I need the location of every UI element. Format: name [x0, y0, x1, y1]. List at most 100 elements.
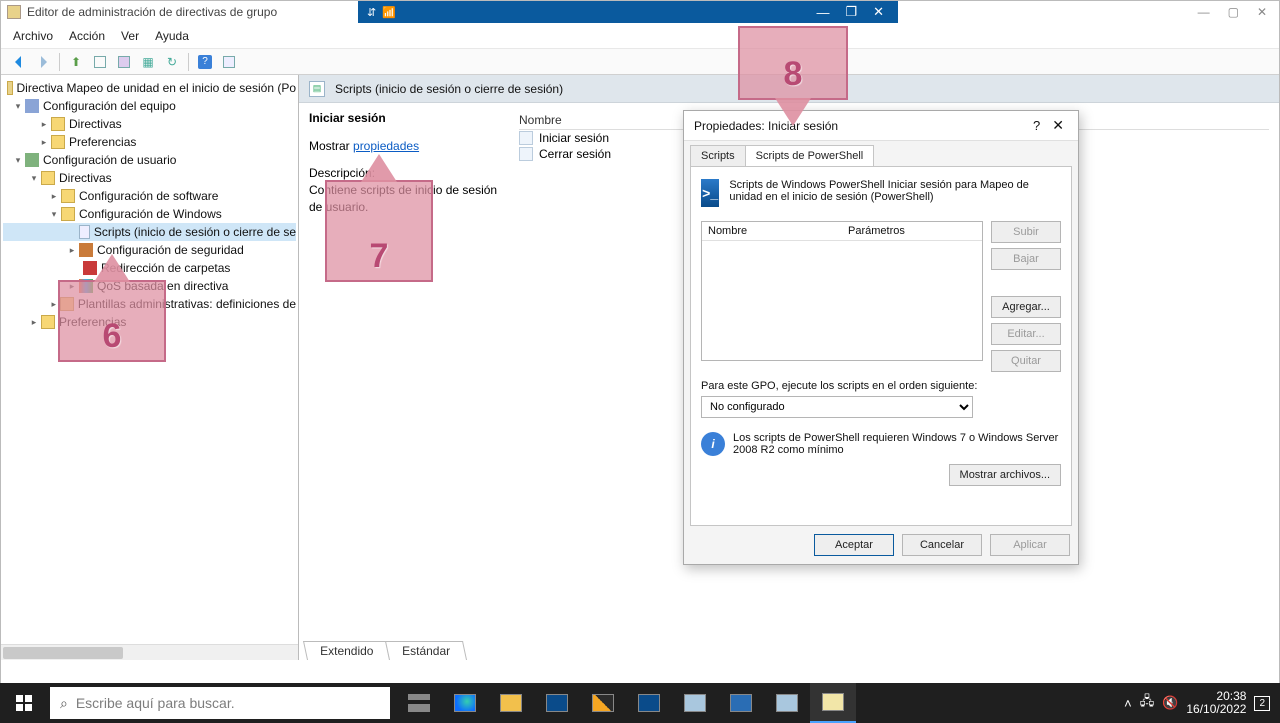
folder-icon [41, 315, 55, 329]
pin-icon[interactable]: ⇵ [367, 6, 376, 19]
folder-icon [51, 117, 65, 131]
dialog-help-button[interactable]: ? [1025, 118, 1048, 133]
annotation-6: 6 [58, 280, 166, 362]
edit-button[interactable]: Editar... [991, 323, 1061, 345]
menu-file[interactable]: Archivo [13, 29, 53, 43]
taskbar-search[interactable]: ⌕ Escribe aquí para buscar. [50, 687, 390, 719]
taskbar-powershell[interactable] [534, 683, 580, 723]
tray-network-icon[interactable]: 🖧 [1140, 692, 1155, 714]
show-files-button[interactable]: Mostrar archivos... [949, 464, 1061, 486]
add-button[interactable]: Agregar... [991, 296, 1061, 318]
lock-icon [79, 243, 93, 257]
menu-view[interactable]: Ver [121, 29, 139, 43]
taskbar-powershell-2[interactable] [626, 683, 672, 723]
vm-restore-button[interactable]: ❐ [837, 4, 865, 20]
folder-icon [61, 207, 75, 221]
tree-security-config[interactable]: ▸ Configuración de seguridad [3, 241, 296, 259]
script-icon: ▤ [309, 81, 325, 97]
back-button[interactable] [9, 52, 29, 72]
tree-computer-preferencias[interactable]: ▸ Preferencias [3, 133, 296, 151]
outer-minimize-button[interactable]: — [1198, 5, 1210, 19]
vm-minimize-button[interactable]: — [808, 5, 837, 20]
tray-notifications[interactable]: 2 [1254, 696, 1270, 711]
tree-panel: Directiva Mapeo de unidad en el inicio d… [1, 75, 299, 660]
tree-software-config[interactable]: ▸ Configuración de software [3, 187, 296, 205]
chevron-down-icon[interactable]: ▾ [11, 101, 25, 112]
up-button[interactable]: Subir [991, 221, 1061, 243]
taskbar-app4[interactable] [764, 683, 810, 723]
folder-icon [61, 189, 75, 203]
horizontal-scrollbar[interactable] [1, 644, 298, 660]
chevron-down-icon[interactable]: ▾ [11, 155, 25, 166]
toolbar-icon-2[interactable] [114, 52, 134, 72]
taskbar-edge[interactable] [442, 683, 488, 723]
tray-chevron-up-icon[interactable]: ˄ [1124, 696, 1132, 711]
menu-help[interactable]: Ayuda [155, 29, 189, 43]
toolbar-help-button[interactable]: ? [195, 52, 215, 72]
tray-volume-icon[interactable]: 🔇 [1162, 695, 1178, 711]
cancel-button[interactable]: Cancelar [902, 534, 982, 556]
tree-computer-directivas[interactable]: ▸ Directivas [3, 115, 296, 133]
down-button[interactable]: Bajar [991, 248, 1061, 270]
dialog-close-button[interactable]: ✕ [1048, 117, 1068, 134]
taskbar-app3[interactable] [718, 683, 764, 723]
tab-powershell-scripts[interactable]: Scripts de PowerShell [745, 145, 875, 167]
outer-close-button[interactable]: ✕ [1257, 5, 1267, 19]
chevron-right-icon[interactable]: ▸ [37, 119, 51, 130]
annotation-8: 8 [738, 26, 848, 100]
toolbar-icon-1[interactable] [90, 52, 110, 72]
app-icon [7, 5, 21, 19]
list-icon [519, 131, 533, 145]
apply-button[interactable]: Aplicar [990, 534, 1070, 556]
details-heading: Iniciar sesión [309, 111, 509, 125]
properties-link[interactable]: propiedades [353, 139, 419, 153]
toolbar-icon-3[interactable]: ▦ [138, 52, 158, 72]
taskbar-app2[interactable] [672, 683, 718, 723]
main-area: Directiva Mapeo de unidad en el inicio d… [1, 75, 1279, 660]
toolbar-refresh-button[interactable]: ↻ [162, 52, 182, 72]
task-view-button[interactable] [396, 683, 442, 723]
col-header-params[interactable]: Parámetros [842, 222, 982, 240]
chevron-right-icon[interactable]: ▸ [27, 317, 41, 328]
tree-root[interactable]: Directiva Mapeo de unidad en el inicio d… [3, 79, 296, 97]
list-icon [519, 147, 533, 161]
toolbar: ⬆ ▦ ↻ ? [1, 49, 1279, 75]
tree-scripts[interactable]: Scripts (inicio de sesión o cierre de se [3, 223, 296, 241]
tree-user-config[interactable]: ▾ Configuración de usuario [3, 151, 296, 169]
folder-icon [51, 135, 65, 149]
chevron-right-icon[interactable]: ▸ [47, 191, 61, 202]
remove-button[interactable]: Quitar [991, 350, 1061, 372]
start-button[interactable] [0, 683, 48, 723]
chevron-down-icon[interactable]: ▾ [47, 209, 61, 220]
taskbar-app1[interactable] [580, 683, 626, 723]
show-prefix: Mostrar [309, 139, 353, 153]
tab-standard[interactable]: Estándar [385, 641, 467, 660]
policy-icon [7, 81, 12, 95]
tree-computer-config[interactable]: ▾ Configuración del equipo [3, 97, 296, 115]
taskbar-explorer[interactable] [488, 683, 534, 723]
toolbar-props-button[interactable] [219, 52, 239, 72]
folder-icon [41, 171, 55, 185]
forward-button[interactable] [33, 52, 53, 72]
menu-action[interactable]: Acción [69, 29, 105, 43]
tab-scripts[interactable]: Scripts [690, 145, 746, 167]
chevron-right-icon[interactable]: ▸ [65, 245, 79, 256]
tray-clock[interactable]: 20:38 16/10/2022 [1186, 690, 1246, 716]
tree-user-directivas[interactable]: ▾ Directivas [3, 169, 296, 187]
scripts-listbox[interactable]: Nombre Parámetros [701, 221, 983, 361]
order-select[interactable]: No configurado [701, 396, 973, 418]
powershell-intro-text: Scripts de Windows PowerShell Iniciar se… [729, 179, 1061, 203]
vm-close-button[interactable]: ✕ [865, 4, 892, 20]
tree-folder-redirection[interactable]: Redirección de carpetas [3, 259, 296, 277]
annotation-7: 7 [325, 180, 433, 282]
outer-maximize-button[interactable]: ▢ [1228, 5, 1239, 19]
taskbar-notepad[interactable] [810, 683, 856, 723]
up-folder-button[interactable]: ⬆ [66, 52, 86, 72]
tab-extended[interactable]: Extendido [303, 641, 390, 660]
chevron-down-icon[interactable]: ▾ [27, 173, 41, 184]
chevron-right-icon[interactable]: ▸ [37, 137, 51, 148]
col-header-name[interactable]: Nombre [702, 222, 842, 240]
tree-windows-config[interactable]: ▾ Configuración de Windows [3, 205, 296, 223]
vm-connection-bar: ⇵ 📶 — ❐ ✕ [358, 1, 898, 23]
accept-button[interactable]: Aceptar [814, 534, 894, 556]
